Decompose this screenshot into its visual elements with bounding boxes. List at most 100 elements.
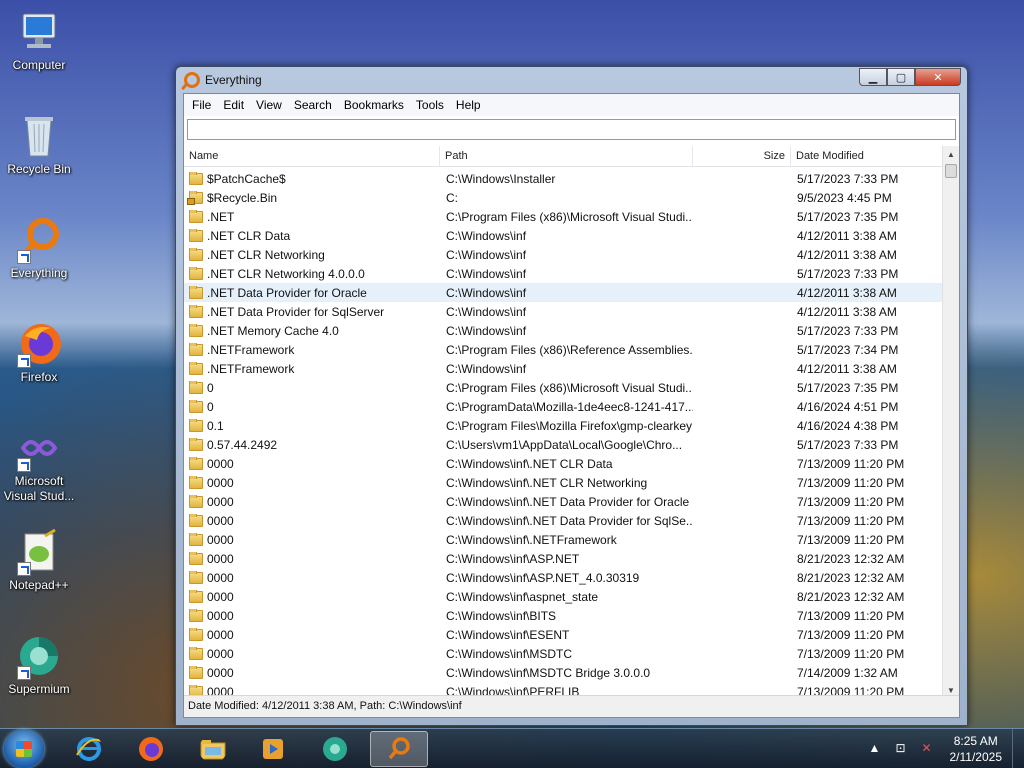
taskbar-internet-explorer[interactable] bbox=[62, 731, 116, 767]
desktop-icon-computer[interactable]: Computer bbox=[0, 8, 78, 73]
firefox-icon bbox=[15, 320, 63, 368]
cell-date-modified: 4/12/2011 3:38 AM bbox=[797, 228, 897, 243]
table-row[interactable]: 0000 C:\Windows\inf\BITS 7/13/2009 11:20 P… bbox=[184, 606, 942, 625]
network-icon[interactable]: ⊡ bbox=[893, 741, 909, 757]
locked-folder-icon bbox=[187, 190, 203, 205]
table-row[interactable]: 0000 C:\Windows\inf\.NET CLR Data 7/13/200… bbox=[184, 454, 942, 473]
folder-icon bbox=[189, 456, 203, 470]
table-row[interactable]: 0000 C:\Windows\inf\ASP.NET_4.0.30319 8/21… bbox=[184, 568, 942, 587]
table-row[interactable]: .NETFramework C:\Program Files (x86)\Refe… bbox=[184, 340, 942, 359]
column-header-name[interactable]: Name bbox=[184, 146, 440, 166]
cell-name: 0000 bbox=[184, 494, 440, 509]
desktop-icon-firefox[interactable]: Firefox bbox=[0, 320, 78, 385]
table-row[interactable]: 0000 C:\Windows\inf\MSDTC 7/13/2009 11:20 … bbox=[184, 644, 942, 663]
cell-name: 0000 bbox=[184, 532, 440, 547]
firefox-icon bbox=[139, 737, 163, 761]
cell-name-text: 0000 bbox=[207, 646, 234, 661]
taskbar-supermium[interactable] bbox=[308, 731, 362, 767]
column-header-path[interactable]: Path bbox=[440, 146, 693, 166]
table-row[interactable]: 0 C:\ProgramData\Mozilla-1de4eec8-1241-41… bbox=[184, 397, 942, 416]
computer-icon bbox=[15, 8, 63, 56]
scrollbar-thumb[interactable] bbox=[945, 164, 957, 178]
show-hidden-icons-icon[interactable]: ▲ bbox=[867, 741, 883, 757]
start-button[interactable] bbox=[4, 730, 44, 768]
visual-studio-icon bbox=[15, 424, 63, 472]
cell-name: 0000 bbox=[184, 551, 440, 566]
cell-name-text: $Recycle.Bin bbox=[207, 190, 278, 205]
table-row[interactable]: 0 C:\Program Files (x86)\Microsoft Visual… bbox=[184, 378, 942, 397]
menu-file[interactable]: File bbox=[186, 98, 217, 112]
cell-path: C:\Windows\inf\ASP.NET_4.0.30319 bbox=[446, 570, 640, 585]
table-row[interactable]: .NET Memory Cache 4.0 C:\Windows\inf 5/17/… bbox=[184, 321, 942, 340]
show-desktop-button[interactable] bbox=[1012, 729, 1024, 768]
clock[interactable]: 8:25 AM 2/11/2025 bbox=[940, 733, 1013, 765]
cell-path: C:\Windows\inf bbox=[446, 266, 527, 281]
table-row[interactable]: .NET CLR Data C:\Windows\inf 4/12/2011 3:3… bbox=[184, 226, 942, 245]
volume-muted-icon[interactable]: ✕ bbox=[919, 741, 935, 757]
cell-date-modified: 5/17/2023 7:33 PM bbox=[797, 266, 899, 281]
table-row[interactable]: 0000 C:\Windows\inf\ASP.NET 8/21/2023 12:3… bbox=[184, 549, 942, 568]
minimize-button[interactable]: ▁ bbox=[859, 68, 887, 86]
table-row[interactable]: 0000 C:\Windows\inf\.NET Data Provider fo… bbox=[184, 511, 942, 530]
taskbar-firefox[interactable] bbox=[124, 731, 178, 767]
desktop-icon-supermium[interactable]: Supermium bbox=[0, 632, 78, 697]
taskbar-everything[interactable] bbox=[370, 731, 428, 767]
cell-path: C:\Program Files (x86)\Reference Assembl… bbox=[446, 342, 693, 357]
search-input[interactable] bbox=[187, 119, 956, 140]
cell-name-text: .NETFramework bbox=[207, 361, 295, 376]
media-player-icon bbox=[263, 739, 283, 759]
column-header-size[interactable]: Size bbox=[693, 146, 791, 166]
cell-name: 0 bbox=[184, 399, 440, 414]
taskbar-file-explorer[interactable] bbox=[186, 731, 240, 767]
window-controls: ▁ ▢ ✕ bbox=[859, 68, 961, 86]
menu-view[interactable]: View bbox=[250, 98, 288, 112]
title-bar[interactable]: Everything ▁ ▢ ✕ bbox=[176, 67, 967, 93]
table-row[interactable]: .NET Data Provider for SqlServer C:\Windo… bbox=[184, 302, 942, 321]
cell-name: .NET CLR Networking 4.0.0.0 bbox=[184, 266, 440, 281]
cell-name-text: .NETFramework bbox=[207, 342, 295, 357]
desktop-icon-recycle-bin[interactable]: Recycle Bin bbox=[0, 112, 78, 177]
table-row[interactable]: 0000 C:\Windows\inf\MSDTC Bridge 3.0.0.0 7… bbox=[184, 663, 942, 682]
menu-tools[interactable]: Tools bbox=[410, 98, 450, 112]
cell-name-text: 0000 bbox=[207, 456, 234, 471]
cell-name-text: .NET Memory Cache 4.0 bbox=[207, 323, 339, 338]
cell-date-modified: 7/13/2009 11:20 PM bbox=[797, 494, 905, 509]
table-row[interactable]: .NET Data Provider for Oracle C:\Windows\… bbox=[184, 283, 942, 302]
desktop-icon-notepadpp[interactable]: Notepad++ bbox=[0, 528, 78, 593]
table-row[interactable]: .NETFramework C:\Windows\inf 4/12/2011 3:3… bbox=[184, 359, 942, 378]
scroll-up-icon[interactable]: ▲ bbox=[943, 146, 959, 162]
maximize-button[interactable]: ▢ bbox=[887, 68, 915, 86]
folder-icon bbox=[189, 418, 203, 432]
table-row[interactable]: .NET CLR Networking C:\Windows\inf 4/12/20… bbox=[184, 245, 942, 264]
table-row[interactable]: 0000 C:\Windows\inf\ESENT 7/13/2009 11:20 … bbox=[184, 625, 942, 644]
cell-date-modified: 4/16/2024 4:38 PM bbox=[797, 418, 899, 433]
table-row[interactable]: $Recycle.Bin C: 9/5/2023 4:45 PM bbox=[184, 188, 942, 207]
table-row[interactable]: 0000 C:\Windows\inf\aspnet_state 8/21/2023… bbox=[184, 587, 942, 606]
close-button[interactable]: ✕ bbox=[915, 68, 961, 86]
table-row[interactable]: 0.57.44.2492 C:\Users\vm1\AppData\Local\G… bbox=[184, 435, 942, 454]
folder-icon bbox=[189, 399, 203, 413]
cell-name: 0000 bbox=[184, 513, 440, 528]
supermium-icon bbox=[323, 737, 347, 761]
desktop-icon-everything[interactable]: Everything bbox=[0, 216, 78, 281]
menu-edit[interactable]: Edit bbox=[217, 98, 250, 112]
table-row[interactable]: 0000 C:\Windows\inf\.NET CLR Networking 7/… bbox=[184, 473, 942, 492]
column-header-date-modified[interactable]: Date Modified bbox=[791, 146, 941, 166]
cell-path: C:\ProgramData\Mozilla-1de4eec8-1241-417… bbox=[446, 399, 693, 414]
folder-icon bbox=[189, 494, 203, 508]
shortcut-arrow-icon bbox=[17, 562, 31, 576]
taskbar-media-player[interactable] bbox=[246, 731, 300, 767]
table-row[interactable]: 0000 C:\Windows\inf\.NET Data Provider fo… bbox=[184, 492, 942, 511]
table-row[interactable]: 0.1 C:\Program Files\Mozilla Firefox\gmp-… bbox=[184, 416, 942, 435]
table-row[interactable]: .NET C:\Program Files (x86)\Microsoft Vis… bbox=[184, 207, 942, 226]
folder-icon bbox=[189, 589, 203, 603]
table-row[interactable]: $PatchCache$ C:\Windows\Installer 5/17/202… bbox=[184, 169, 942, 188]
menu-help[interactable]: Help bbox=[450, 98, 487, 112]
cell-date-modified: 4/12/2011 3:38 AM bbox=[797, 247, 897, 262]
table-row[interactable]: .NET CLR Networking 4.0.0.0 C:\Windows\in… bbox=[184, 264, 942, 283]
menu-bookmarks[interactable]: Bookmarks bbox=[338, 98, 410, 112]
menu-search[interactable]: Search bbox=[288, 98, 338, 112]
desktop-icon-visual-studio[interactable]: Microsoft Visual Stud... bbox=[0, 424, 78, 504]
table-row[interactable]: 0000 C:\Windows\inf\.NETFramework 7/13/200… bbox=[184, 530, 942, 549]
vertical-scrollbar[interactable]: ▲ ▼ bbox=[942, 146, 959, 698]
